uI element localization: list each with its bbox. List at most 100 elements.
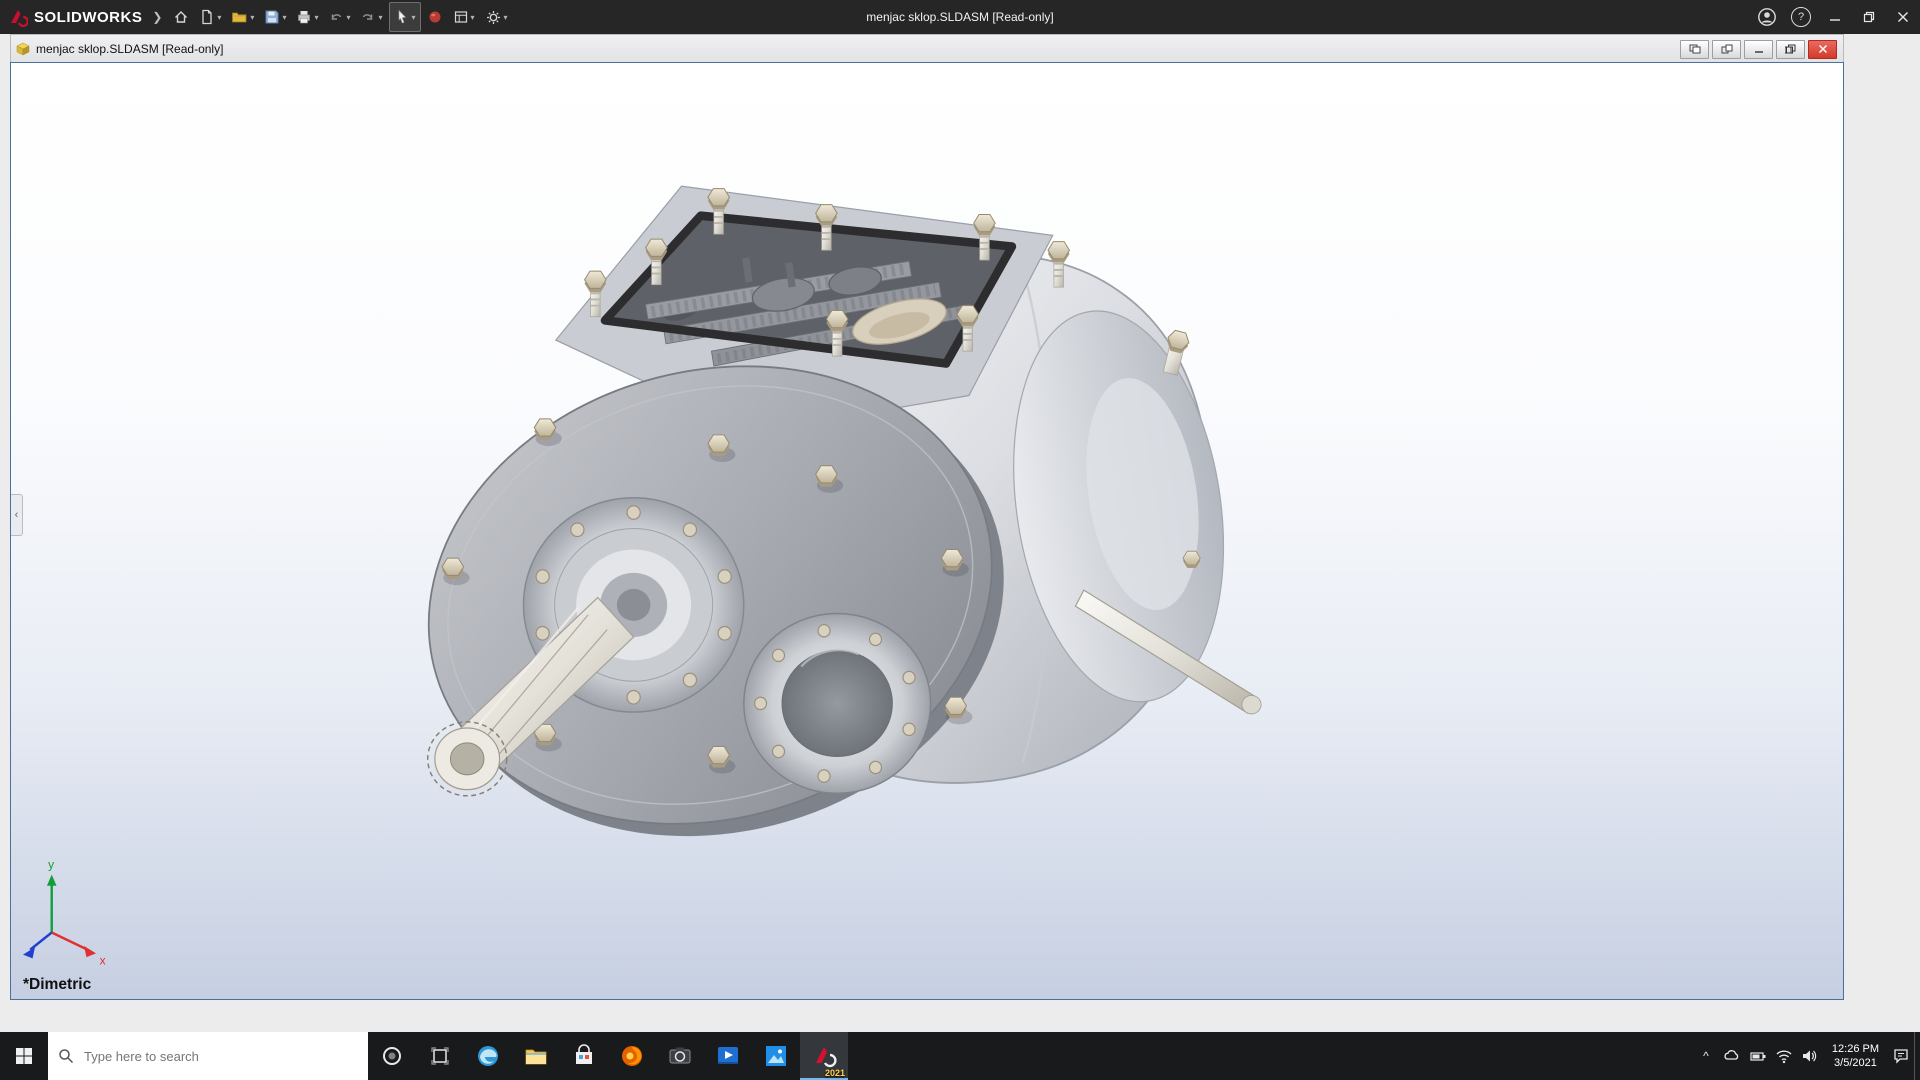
doc-arrange-button-2[interactable] (1712, 39, 1741, 59)
gearbox-3d-model[interactable]: y x *Dimetric (11, 63, 1843, 999)
doc-minimize-button[interactable] (1744, 39, 1773, 59)
clock-date: 3/5/2021 (1834, 1057, 1877, 1069)
start-button[interactable] (0, 1032, 48, 1080)
search-icon (59, 1049, 74, 1064)
account-button[interactable] (1750, 0, 1784, 34)
taskbar-app-edge[interactable] (464, 1032, 512, 1080)
triad-x-label: x (100, 953, 106, 967)
help-icon: ? (1791, 7, 1811, 27)
brand-name: SOLIDWORKS (34, 8, 143, 26)
undo-button[interactable]: ▾ (324, 3, 354, 31)
restore-icon (1863, 11, 1875, 23)
task-view-button[interactable] (416, 1032, 464, 1080)
options-button[interactable]: ▾ (481, 3, 512, 31)
help-button[interactable]: ? (1784, 0, 1818, 34)
search-input[interactable] (82, 1047, 358, 1065)
doc-restore-button[interactable] (1776, 39, 1805, 59)
open-button[interactable]: ▾ (227, 3, 258, 31)
clock-time: 12:26 PM (1831, 1042, 1879, 1055)
tray-chevron-button[interactable]: ^ (1693, 1032, 1719, 1080)
orientation-triad: y x (22, 857, 106, 968)
feature-tree-collapse-tab[interactable]: ‹ (11, 493, 23, 536)
undo-icon (332, 14, 342, 20)
minimize-icon (1754, 51, 1763, 53)
store-icon (576, 1044, 592, 1064)
app-minimize-button[interactable] (1818, 0, 1852, 34)
solidworks-year-badge: 2021 (824, 1068, 845, 1078)
file-explorer-icon (525, 1049, 547, 1065)
save-button[interactable]: ▾ (260, 3, 290, 31)
wifi-icon (1776, 1050, 1792, 1064)
print-button[interactable]: ▾ (292, 3, 322, 31)
home-button[interactable] (169, 3, 193, 31)
dropdown-caret[interactable]: ▾ (378, 13, 382, 22)
app-close-button[interactable] (1886, 0, 1920, 34)
solidworks-logo-icon (11, 10, 28, 27)
assembly-cube-icon (16, 42, 30, 56)
user-avatar-icon (1758, 8, 1776, 26)
windows-taskbar: 2021 ^ (0, 1032, 1920, 1080)
taskbar-search[interactable] (48, 1032, 368, 1080)
taskbar-app-media-player[interactable] (704, 1032, 752, 1080)
dropdown-caret[interactable]: ▾ (282, 13, 286, 22)
doc-close-button[interactable] (1808, 39, 1837, 59)
save-icon (265, 10, 279, 24)
taskbar-app-store[interactable] (560, 1032, 608, 1080)
firefox-icon (622, 1046, 642, 1066)
new-document-icon (202, 9, 213, 25)
show-desktop-button[interactable] (1914, 1032, 1920, 1080)
open-folder-icon (232, 12, 247, 23)
taskbar-app-file-explorer[interactable] (512, 1032, 560, 1080)
tray-battery[interactable] (1745, 1032, 1771, 1080)
onedrive-cloud-icon (1724, 1050, 1739, 1060)
view-orientation-label: *Dimetric (23, 976, 91, 993)
dropdown-caret[interactable]: ▾ (314, 13, 318, 22)
battery-icon (1750, 1052, 1766, 1061)
properties-button[interactable]: ▾ (449, 3, 479, 31)
document-titlebar[interactable]: menjac sklop.SLDASM [Read-only] (10, 34, 1844, 64)
minimize-icon (1830, 19, 1840, 21)
new-document-button[interactable]: ▾ (195, 3, 225, 31)
tray-volume[interactable] (1797, 1032, 1823, 1080)
select-tool-button[interactable]: ▾ (388, 2, 421, 32)
redo-button[interactable]: ▾ (356, 3, 386, 31)
doc-arrange-button-1[interactable] (1680, 39, 1709, 59)
chevron-up-icon: ^ (1703, 1049, 1709, 1063)
document-title: menjac sklop.SLDASM [Read-only] (36, 42, 224, 56)
dropdown-caret[interactable]: ▾ (471, 13, 475, 22)
tray-cloud[interactable] (1719, 1032, 1745, 1080)
home-icon (175, 11, 188, 23)
dropdown-caret[interactable]: ▾ (217, 13, 221, 22)
action-center-icon (1894, 1049, 1908, 1064)
chevron-left-icon: ‹ (14, 508, 19, 521)
taskbar-app-firefox[interactable] (608, 1032, 656, 1080)
taskbar-app-camera[interactable] (656, 1032, 704, 1080)
taskbar-clock[interactable]: 12:26 PM 3/5/2021 (1823, 1042, 1888, 1071)
taskbar-app-solidworks[interactable]: 2021 (800, 1032, 848, 1080)
taskbar-app-photos[interactable] (752, 1032, 800, 1080)
tray-network[interactable] (1771, 1032, 1797, 1080)
dropdown-caret[interactable]: ▾ (412, 13, 416, 22)
action-center-button[interactable] (1888, 1032, 1914, 1080)
dropdown-caret[interactable]: ▾ (504, 13, 508, 22)
workspace: menjac sklop.SLDASM [Read-only] y x *Dim… (0, 34, 1920, 1032)
dropdown-caret[interactable]: ▾ (250, 13, 254, 22)
photos-icon (766, 1046, 786, 1066)
system-tray: ^ 12:26 PM 3/5/2021 (1693, 1032, 1920, 1080)
graphics-viewport[interactable]: y x *Dimetric ‹ (10, 62, 1844, 1000)
sphere-tool-button[interactable] (423, 3, 447, 31)
gear-icon (486, 10, 500, 24)
close-icon (1818, 44, 1827, 54)
tile-windows-icon (1689, 44, 1700, 54)
cortana-icon (383, 1047, 401, 1065)
chevron-right-icon[interactable]: ❯ (152, 10, 162, 24)
triad-y-label: y (48, 857, 55, 871)
cortana-button[interactable] (368, 1032, 416, 1080)
edge-icon (478, 1046, 498, 1066)
app-maximize-button[interactable] (1852, 0, 1886, 34)
media-player-icon (718, 1047, 738, 1064)
dropdown-caret[interactable]: ▾ (346, 13, 350, 22)
task-view-icon (431, 1047, 449, 1065)
sphere-icon (429, 11, 441, 23)
speaker-icon (1802, 1050, 1817, 1062)
